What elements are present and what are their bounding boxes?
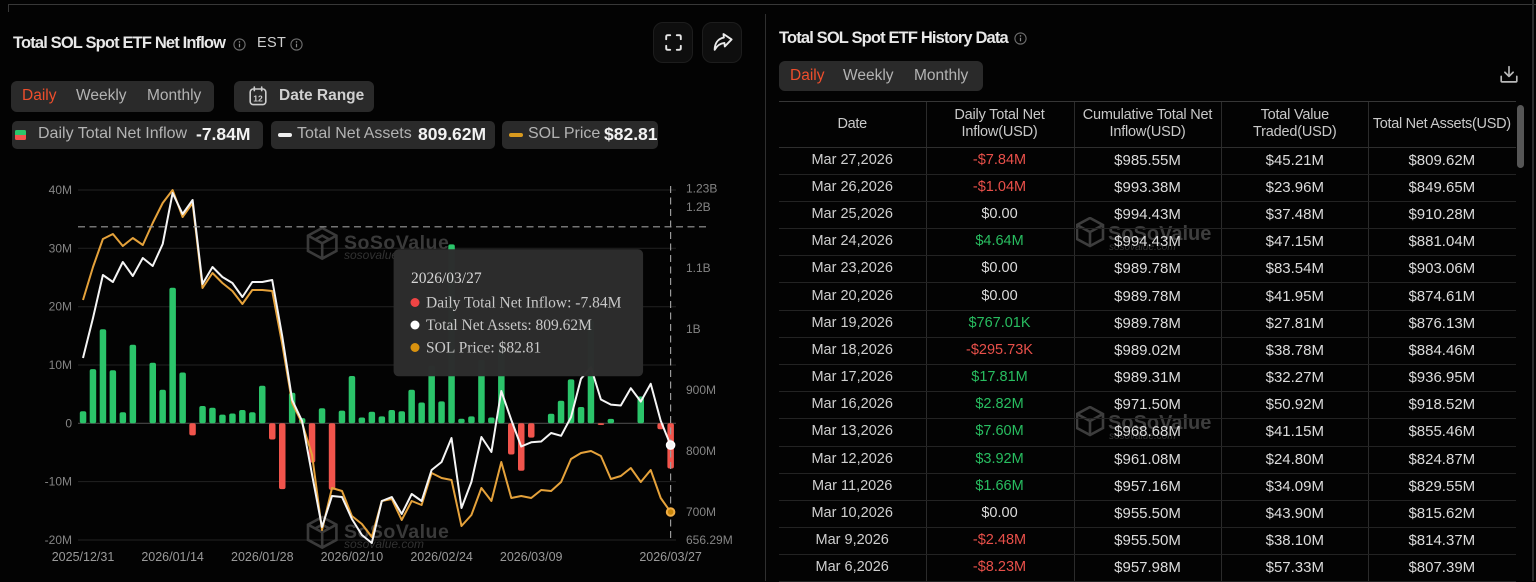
svg-text:sosovalue.com: sosovalue.com xyxy=(344,537,424,551)
svg-text:2025/12/31: 2025/12/31 xyxy=(52,550,115,564)
svg-text:Daily Total Net Inflow: -7.84M: Daily Total Net Inflow: -7.84M xyxy=(426,295,622,312)
svg-text:1.2B: 1.2B xyxy=(686,200,711,214)
svg-text:1.1B: 1.1B xyxy=(686,261,711,275)
svg-text:-10M: -10M xyxy=(45,475,72,489)
svg-text:2026/01/14: 2026/01/14 xyxy=(141,550,204,564)
svg-text:30M: 30M xyxy=(49,241,72,255)
svg-text:2026/03/27: 2026/03/27 xyxy=(411,270,482,287)
svg-text:-20M: -20M xyxy=(45,533,72,547)
svg-text:2026/02/10: 2026/02/10 xyxy=(321,550,384,564)
svg-text:SOL Price: $82.81: SOL Price: $82.81 xyxy=(426,340,541,357)
svg-text:2026/03/09: 2026/03/09 xyxy=(500,550,563,564)
svg-text:2026/02/24: 2026/02/24 xyxy=(410,550,473,564)
svg-text:2026/03/27: 2026/03/27 xyxy=(639,550,702,564)
svg-text:20M: 20M xyxy=(49,300,72,314)
svg-text:40M: 40M xyxy=(49,183,72,197)
svg-text:1B: 1B xyxy=(686,322,701,336)
svg-text:900M: 900M xyxy=(686,383,716,397)
svg-text:2026/01/28: 2026/01/28 xyxy=(231,550,294,564)
svg-text:10M: 10M xyxy=(49,358,72,372)
svg-text:Total Net Assets: 809.62M: Total Net Assets: 809.62M xyxy=(426,317,592,334)
svg-text:0: 0 xyxy=(65,416,72,430)
